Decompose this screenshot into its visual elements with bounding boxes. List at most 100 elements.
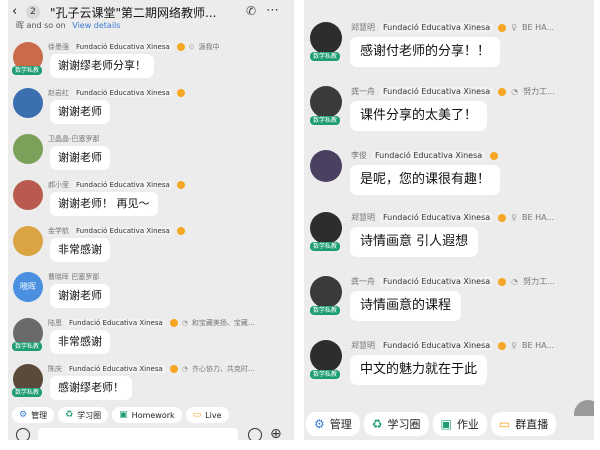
verified-icon [176,181,185,189]
verified-icon [498,341,507,350]
homework-icon: ▣ [440,417,452,431]
vip-badge: 数学私教 [310,306,341,315]
message-item: 赵岩红 Fundació Educativa Xinesa 谢谢老师 [8,88,294,128]
avatar[interactable] [310,276,342,308]
sender-meta: 卫晶晶-巴塞罗那 [48,134,100,144]
avatar[interactable] [13,88,43,118]
toolbar-label: 作业 [456,418,479,431]
chat-header: ‹ 2 "孔子云课堂"第二期网络教师... ✆ ⋯ 晖 and so on Vi… [8,0,294,32]
toolbar-label: Live [205,410,222,420]
avatar[interactable] [310,212,342,244]
message-input[interactable] [38,428,238,440]
sender-name: 陆恩 [48,319,62,327]
sender-name: 郑慧明 [351,341,375,350]
avatar[interactable] [310,340,342,372]
avatar[interactable] [13,180,43,210]
status-text: 齐心协力、共克时... [191,365,255,373]
voice-icon[interactable] [16,428,30,440]
view-details-link[interactable]: View details [72,21,120,30]
toolbar-label: Homework [131,410,175,420]
message-item: 金学航 Fundació Educativa Xinesa 非常感谢 [8,226,294,266]
sender-name: 金学航 [48,227,69,235]
toolbar-homework-button[interactable]: ▣ Homework [112,407,182,423]
verified-icon [498,213,507,222]
toolbar-label: 学习圈 [387,418,421,431]
toolbar-homework-button[interactable]: ▣ 作业 [432,412,487,436]
message-bubble[interactable]: 谢谢老师 [50,146,110,170]
message-bubble[interactable]: 谢谢老师 [50,100,110,124]
back-arrow-icon[interactable]: ‹ [12,4,17,19]
org-badge: Fundació Educativa Xinesa [380,213,494,222]
status-text: 和宝藏美扬、宝藏... [191,319,255,327]
status-text: 努力工... [523,87,555,96]
vip-badge: 数学私教 [310,52,341,61]
sender-meta: 陈庆 Fundació Educativa Xinesa ◔ 齐心协力、共克时.… [48,364,255,374]
message-item: 数学私教 郑慧明 Fundació Educativa Xinesa ♀ BE … [304,340,594,392]
avatar[interactable] [310,150,342,182]
sender-meta: 龚一舟 Fundació Educativa Xinesa ◔ 努力工... [351,276,555,287]
message-item: 李俊 Fundació Educativa Xinesa 是呢，您的课很有趣！ [304,150,594,202]
message-bubble[interactable]: 非常感谢 [50,238,110,262]
toolbar-label: 管理 [31,410,48,420]
avatar[interactable] [310,86,342,118]
avatar[interactable] [13,134,43,164]
message-item: 数学私教 郑慧明 Fundació Educativa Xinesa ♀ BE … [304,22,594,74]
emoji-icon[interactable] [248,428,262,440]
input-bar: ⊕ [8,426,294,440]
sender-meta: 陆恩 Fundació Educativa Xinesa ◔ 和宝藏美扬、宝藏.… [48,318,255,328]
more-menu-icon[interactable]: ⋯ [266,3,279,18]
message-bubble[interactable]: 诗情画意的课程 [350,291,462,321]
message-bubble[interactable]: 非常感谢 [50,330,110,354]
avatar[interactable] [310,22,342,54]
verified-icon [490,151,499,160]
circle-icon: ♻ [371,417,383,431]
message-bubble[interactable]: 谢谢缪老师分享！ [50,54,154,78]
verified-icon [169,319,178,327]
status-icon: ♀ [511,213,518,222]
toolbar-live-button[interactable]: ▭ 群直播 [490,412,557,436]
toolbar-circle-button[interactable]: ♻ 学习圈 [58,407,109,423]
toolbar-manage-button[interactable]: ⚙ 管理 [12,407,55,423]
message-bubble[interactable]: 谢谢老师 [50,284,110,308]
sender-meta: 徐墨强 Fundació Educativa Xinesa ⊙ 源我中 [48,42,220,52]
org-badge: Fundació Educativa Xinesa [66,319,166,327]
vip-badge: 数学私教 [12,342,43,351]
status-icon: ♀ [511,23,518,32]
verified-icon [176,89,185,97]
message-bubble[interactable]: 中文的魅力就在于此 [350,355,488,385]
plus-icon[interactable]: ⊕ [270,426,282,440]
sender-name: 郝小莹 [48,181,69,189]
message-bubble[interactable]: 感谢付老师的分享！！ [350,37,501,67]
message-bubble[interactable]: 感谢缪老师！ [50,376,132,400]
toolbar-live-button[interactable]: ▭ Live [185,407,229,423]
message-bubble[interactable]: 诗情画意 引人遐想 [350,227,479,257]
org-badge: Fundació Educativa Xinesa [73,43,173,51]
message-item: 数学私教 郑慧明 Fundació Educativa Xinesa ♀ BE … [304,212,594,264]
sender-name: 龚一舟 [351,87,375,96]
status-icon: ♀ [511,341,518,350]
message-bubble[interactable]: 课件分享的太美了！ [350,101,488,131]
avatar[interactable]: 晓晖 [13,272,43,302]
verified-icon [169,365,178,373]
toolbar-label: 群直播 [515,418,549,431]
sender-meta: 金学航 Fundació Educativa Xinesa [48,226,185,236]
status-text: 源我中 [198,43,220,51]
toolbar-circle-button[interactable]: ♻ 学习圈 [363,412,429,436]
sender-name: 赵岩红 [48,89,69,97]
homework-icon: ▣ [119,410,128,420]
sender-name: 郑慧明 [351,213,375,222]
message-item: 数学私教 龚一舟 Fundació Educativa Xinesa ◔ 努力工… [304,86,594,138]
avatar[interactable] [13,226,43,256]
message-bubble[interactable]: 谢谢老师！ 再见～ [50,192,158,216]
status-text: BE HA... [522,23,555,32]
toolbar-manage-button[interactable]: ⚙ 管理 [306,412,360,436]
video-call-icon[interactable]: ✆ [246,4,256,18]
verified-icon [176,227,185,235]
toolbar-label: 管理 [329,418,352,431]
status-text: BE HA... [522,341,555,350]
sender-name: 曹晓晖 巴塞罗那 [48,273,100,281]
message-bubble[interactable]: 是呢，您的课很有趣！ [350,165,501,195]
status-icon: ◔ [181,365,188,373]
org-badge: Fundació Educativa Xinesa [372,151,486,160]
org-badge: Fundació Educativa Xinesa [380,23,494,32]
